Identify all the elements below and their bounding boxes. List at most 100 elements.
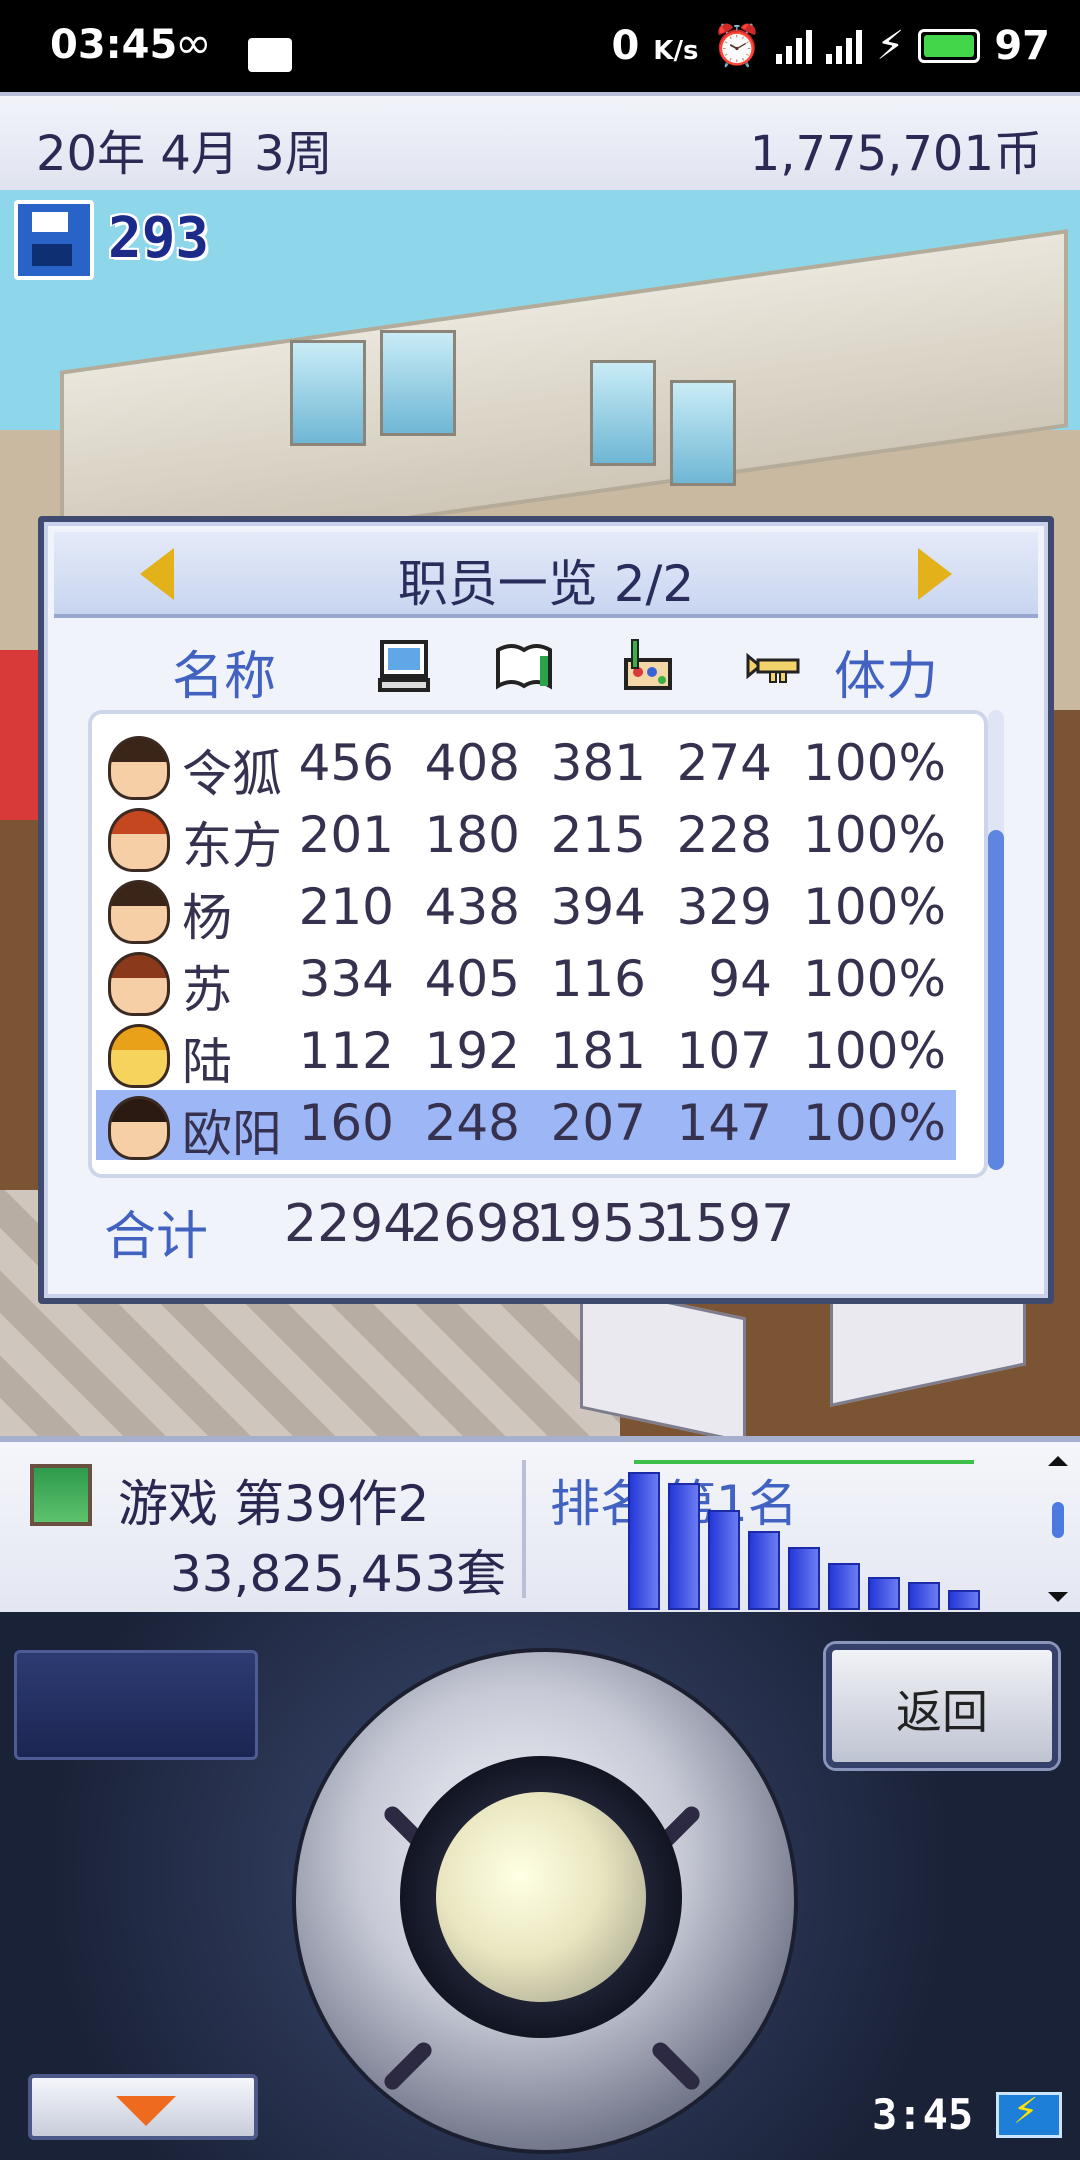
game-clock: 3:45 xyxy=(872,2090,974,2139)
book-icon xyxy=(496,644,552,690)
rank-history-bar xyxy=(708,1510,740,1610)
staff-avatar xyxy=(108,1096,170,1160)
staff-graphics: 381 xyxy=(550,734,646,792)
game-info-bar[interactable]: 游戏 第39作2 33,825,453套 排名 第1名 xyxy=(0,1436,1080,1624)
down-arrow-icon xyxy=(116,2096,176,2126)
staff-programming: 456 xyxy=(298,734,394,792)
game-sales: 33,825,453套 xyxy=(170,1545,507,1603)
staff-row[interactable]: 欧阳 160 248 207 147 100% xyxy=(96,1090,956,1163)
signal-icon-2 xyxy=(826,28,863,64)
staff-name: 陆 xyxy=(182,1033,232,1091)
menu-down-button[interactable] xyxy=(28,2074,258,2140)
staff-stamina: 100% xyxy=(803,734,946,792)
status-bar: 03:45 ∞ 0 K/s ⏰ ⚡ 97 xyxy=(0,0,1080,92)
menu-screen-button[interactable] xyxy=(14,1650,258,1760)
dialog-header: 职员一览 2/2 xyxy=(54,532,1038,618)
staff-sound: 94 xyxy=(708,950,772,1008)
staff-row[interactable]: 东方 201 180 215 228 100% xyxy=(96,802,956,875)
staff-avatar xyxy=(108,1024,170,1088)
controller-panel: 返回 3:45 xyxy=(0,1612,1080,2160)
rank-history-bar xyxy=(668,1483,700,1610)
save-count: 293 xyxy=(108,206,210,271)
staff-sound: 228 xyxy=(676,806,772,864)
alarm-icon: ⏰ xyxy=(712,23,763,69)
money-display: 1,775,701币 xyxy=(749,126,1042,182)
status-right-group: 0 K/s ⏰ ⚡ 97 xyxy=(612,22,1050,70)
infinity-icon: ∞ xyxy=(175,18,212,69)
battery-level: 97 xyxy=(994,22,1050,69)
staff-programming: 334 xyxy=(298,950,394,1008)
net-speed-value: 0 xyxy=(611,22,640,69)
rank-history-bar xyxy=(908,1582,940,1610)
staff-list-scrollbar[interactable] xyxy=(988,710,1004,1170)
scrollbar-thumb[interactable] xyxy=(988,830,1004,1170)
staff-sound: 107 xyxy=(676,1022,772,1080)
staff-sound: 329 xyxy=(676,878,772,936)
staff-programming: 160 xyxy=(298,1094,394,1152)
staff-stamina: 100% xyxy=(803,806,946,864)
staff-avatar xyxy=(108,808,170,872)
net-speed-unit: K/s xyxy=(653,35,699,66)
staff-sound: 147 xyxy=(676,1094,772,1152)
game-title: 游戏 第39作2 xyxy=(118,1475,430,1533)
rank-history-bar xyxy=(748,1531,780,1610)
status-time: 03:45 xyxy=(50,22,178,68)
staff-row[interactable]: 陆 112 192 181 107 100% xyxy=(96,1018,956,1091)
game-top-bar: 20年 4月 3周 1,775,701币 xyxy=(0,92,1080,200)
next-page-arrow-icon[interactable] xyxy=(918,548,952,600)
rank-history-bar xyxy=(828,1563,860,1610)
staff-row[interactable]: 杨 210 438 394 329 100% xyxy=(96,874,956,947)
rank-history-bar xyxy=(948,1590,980,1610)
gallery-icon xyxy=(248,38,292,72)
column-header-name: 名称 xyxy=(172,647,277,707)
dialog-title: 职员一览 2/2 xyxy=(397,555,695,613)
staff-row[interactable]: 苏 334 405 116 94 100% xyxy=(96,946,956,1019)
back-button[interactable]: 返回 xyxy=(826,1644,1058,1768)
staff-scenario: 438 xyxy=(424,878,520,936)
total-programming: 2294 xyxy=(284,1194,417,1254)
total-sound: 1597 xyxy=(662,1194,795,1254)
back-button-label: 返回 xyxy=(896,1685,988,1739)
game-cartridge-icon xyxy=(30,1464,92,1526)
office-window xyxy=(670,380,736,486)
staff-avatar xyxy=(108,736,170,800)
info-divider xyxy=(522,1460,526,1598)
save-disk-icon[interactable] xyxy=(14,200,94,280)
staff-programming: 112 xyxy=(298,1022,394,1080)
staff-scenario: 180 xyxy=(424,806,520,864)
computer-icon xyxy=(378,640,430,692)
battery-charging-icon xyxy=(996,2091,1062,2138)
staff-stamina: 100% xyxy=(803,1094,946,1152)
confirm-button[interactable] xyxy=(436,1792,646,2002)
rank-history-bar xyxy=(628,1472,660,1610)
office-window xyxy=(590,360,656,466)
staff-name: 东方 xyxy=(182,817,282,875)
office-desk xyxy=(580,1282,746,1436)
staff-row[interactable]: 令狐 456 408 381 274 100% xyxy=(96,730,956,803)
staff-name: 苏 xyxy=(182,961,232,1019)
staff-stamina: 100% xyxy=(803,1022,946,1080)
staff-sound: 274 xyxy=(676,734,772,792)
charging-icon: ⚡ xyxy=(876,22,905,69)
staff-scenario: 192 xyxy=(424,1022,520,1080)
trumpet-icon xyxy=(746,652,800,683)
battery-icon xyxy=(918,28,981,63)
total-scenario: 2698 xyxy=(410,1194,543,1254)
rank-history-bar xyxy=(868,1577,900,1610)
staff-avatar xyxy=(108,952,170,1016)
game-date: 20年 4月 3周 xyxy=(36,126,333,182)
net-speed: 0 K/s xyxy=(612,23,699,69)
office-window xyxy=(290,340,366,446)
vending-machine xyxy=(0,650,40,820)
info-scroll-indicator[interactable] xyxy=(1046,1454,1070,1604)
signal-icon-1 xyxy=(776,28,813,64)
total-graphics: 1953 xyxy=(536,1194,669,1254)
staff-name: 令狐 xyxy=(182,745,282,803)
staff-avatar xyxy=(108,880,170,944)
column-header-stamina: 体力 xyxy=(834,647,939,707)
staff-name: 欧阳 xyxy=(182,1105,282,1163)
staff-list-dialog: 职员一览 2/2 名称 体力 合计 2294 2698 1953 1597 令狐… xyxy=(38,516,1054,1304)
staff-scenario: 408 xyxy=(424,734,520,792)
staff-graphics: 116 xyxy=(550,950,646,1008)
staff-stamina: 100% xyxy=(803,878,946,936)
